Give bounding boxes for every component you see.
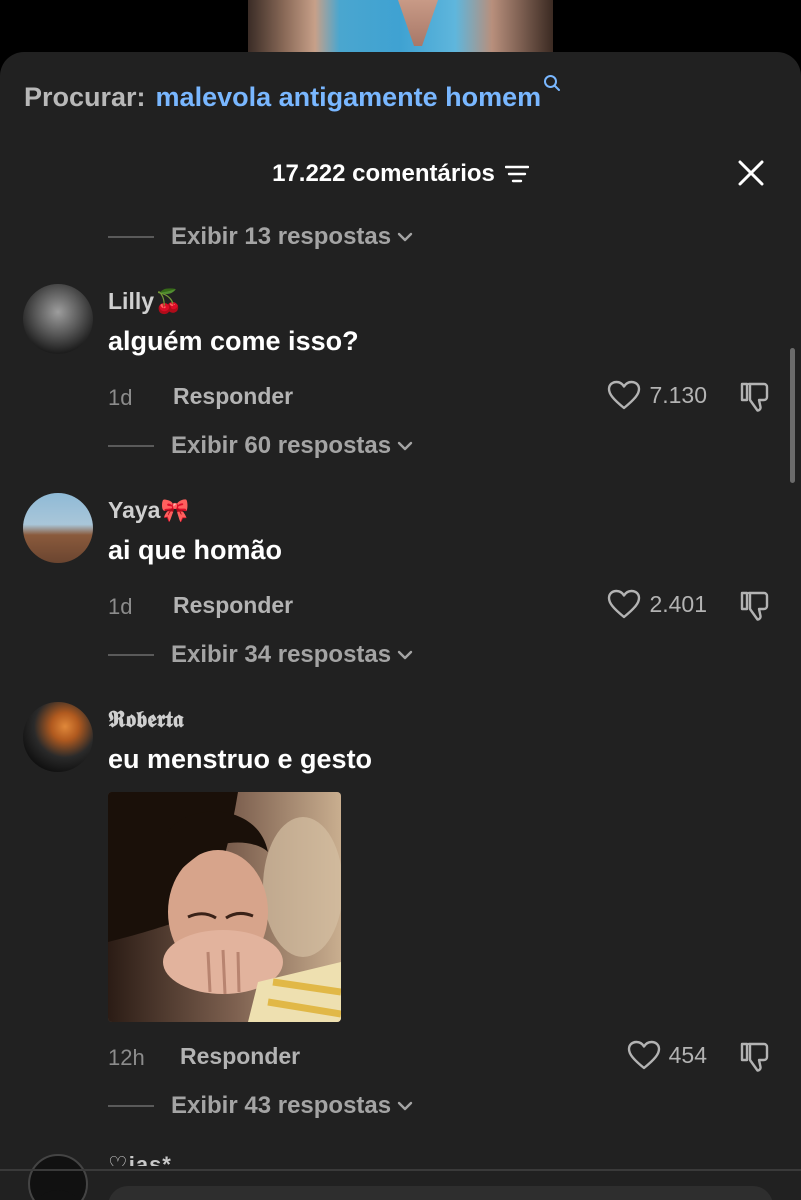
comment-text: eu menstruo e gesto (108, 744, 373, 774)
avatar[interactable] (23, 702, 93, 772)
dislike-button[interactable] (738, 589, 772, 628)
view-replies-label: Exibir 13 respostas (171, 223, 392, 250)
chevron-down-icon (397, 441, 413, 451)
close-icon (737, 159, 765, 192)
dislike-button[interactable] (738, 380, 772, 419)
thumbs-down-icon (738, 591, 772, 627)
comment-username[interactable]: 𝕽𝖔𝖇𝖊𝖗𝖙𝖆 (108, 706, 184, 733)
view-replies-button[interactable]: Exibir 60 respostas (108, 431, 413, 461)
like-count: 454 (668, 1041, 707, 1068)
dislike-button[interactable] (738, 1040, 772, 1079)
search-suggestion[interactable]: Procurar: malevola antigamente homem (24, 75, 561, 118)
comments-sheet: Procurar: malevola antigamente homem 17.… (0, 52, 801, 1200)
video-thumbnail (248, 0, 553, 60)
reply-button[interactable]: Responder (180, 1043, 300, 1070)
heart-icon (608, 589, 641, 619)
view-replies-button[interactable]: Exibir 34 respostas (108, 640, 413, 670)
view-replies-label: Exibir 34 respostas (171, 641, 392, 668)
comments-header: 17.222 comentários (0, 154, 801, 194)
view-replies-button[interactable]: Exibir 43 respostas (108, 1091, 413, 1121)
heart-icon (608, 380, 641, 410)
search-icon (543, 68, 561, 99)
comment-time: 1d (108, 385, 133, 410)
divider (108, 445, 154, 447)
reply-button[interactable]: Responder (173, 383, 293, 410)
comment-input[interactable] (108, 1186, 773, 1200)
comment-username[interactable]: Lilly 🍒 (108, 288, 183, 315)
like-button[interactable]: 7.130 (607, 380, 707, 410)
like-count: 7.130 (649, 381, 707, 408)
avatar[interactable] (23, 493, 93, 563)
like-button[interactable]: 2.401 (607, 589, 707, 619)
chevron-down-icon (397, 1101, 413, 1111)
like-button[interactable]: 454 (627, 1040, 707, 1070)
gif-attachment[interactable] (108, 792, 341, 1022)
comment-time: 1d (108, 594, 133, 619)
reply-button[interactable]: Responder (173, 592, 293, 619)
divider (0, 1169, 801, 1171)
divider (108, 1105, 154, 1107)
scrollbar[interactable] (790, 348, 795, 483)
view-replies-label: Exibir 43 respostas (171, 1092, 392, 1119)
thumbs-down-icon (738, 382, 772, 418)
comment-count: 17.222 comentários (272, 160, 495, 187)
search-query-link[interactable]: malevola antigamente homem (156, 82, 542, 113)
divider (108, 654, 154, 656)
comment-text: ai que homão (108, 535, 283, 565)
heart-icon (627, 1040, 660, 1070)
thumbs-down-icon (738, 1042, 772, 1078)
comment-time: 12h (108, 1045, 145, 1070)
divider (108, 236, 154, 238)
close-button[interactable] (732, 156, 770, 194)
view-replies-label: Exibir 60 respostas (171, 432, 392, 459)
comment-username[interactable]: ♡ias* (108, 1152, 172, 1166)
search-prefix: Procurar: (24, 82, 146, 112)
avatar[interactable] (23, 284, 93, 354)
chevron-down-icon (397, 232, 413, 242)
like-count: 2.401 (649, 590, 707, 617)
comment-username[interactable]: Yaya 🎀 (108, 497, 189, 524)
filter-icon[interactable] (504, 164, 529, 184)
view-replies-button[interactable]: Exibir 13 respostas (108, 222, 413, 252)
comment-text: alguém come isso? (108, 326, 359, 356)
chevron-down-icon (397, 650, 413, 660)
